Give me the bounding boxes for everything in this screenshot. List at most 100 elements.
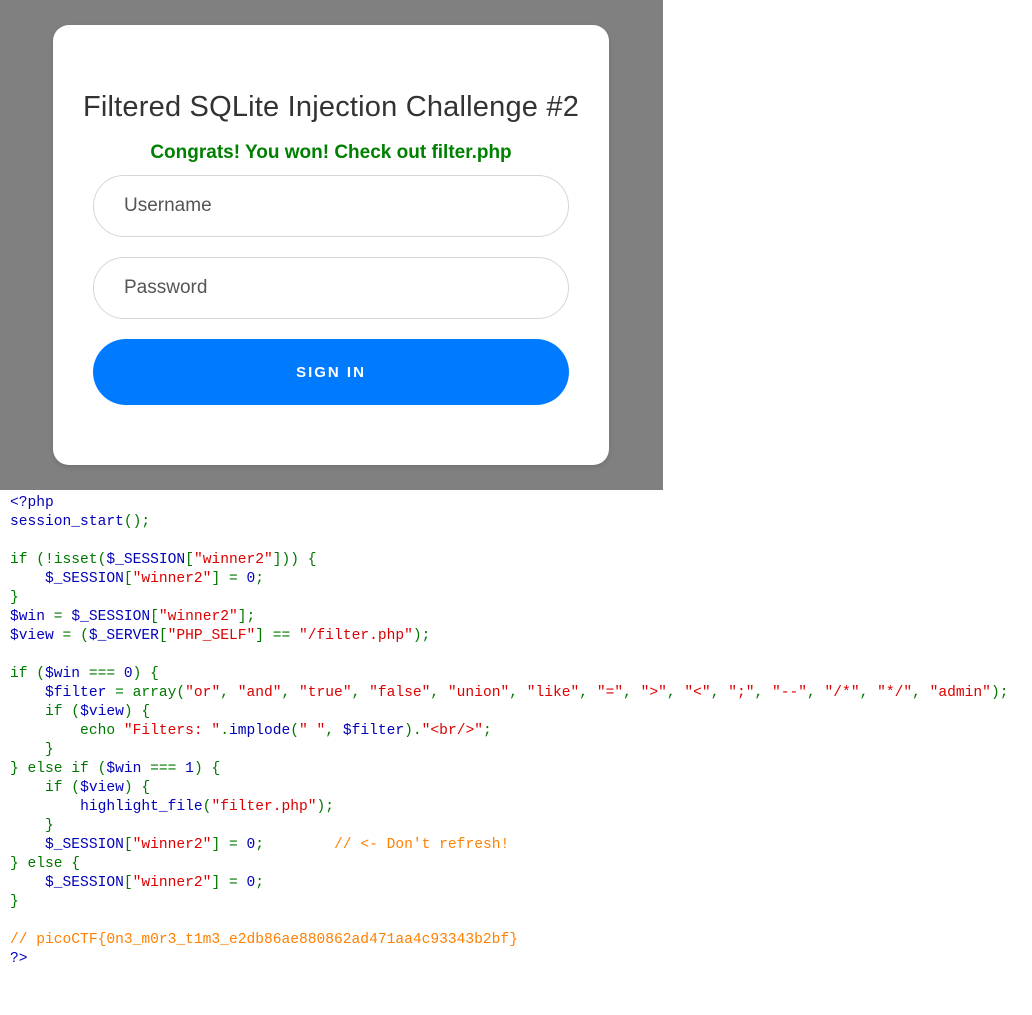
code-token: ). — [404, 723, 422, 739]
code-token: } — [10, 894, 19, 910]
code-token: highlight_file — [80, 799, 203, 815]
code-token: "union" — [447, 685, 510, 701]
sign-in-button[interactable]: SIGN IN — [93, 339, 569, 405]
code-token: [ — [150, 609, 159, 625]
code-token: , — [666, 685, 685, 701]
code-token: ; — [255, 571, 265, 587]
code-token: "/filter.php" — [299, 628, 413, 644]
code-token: , — [579, 685, 597, 701]
code-token: "*/" — [877, 685, 913, 701]
code-token: [ — [123, 837, 133, 853]
code-token: "true" — [299, 685, 352, 701]
code-line: $filter = array("or", "and", "true", "fa… — [10, 684, 1008, 703]
code-line: echo "Filters: ".implode(" ", $filter)."… — [10, 722, 1008, 741]
code-token: " " — [299, 723, 326, 739]
code-token: [ — [158, 628, 168, 644]
code-token: // <- Don't refresh! — [334, 837, 510, 853]
code-line: } — [10, 741, 1008, 760]
code-token: "Filters: " — [123, 723, 221, 739]
page-title: Filtered SQLite Injection Challenge #2 — [82, 91, 580, 123]
code-line: } — [10, 893, 1008, 912]
code-token: "/*" — [824, 685, 860, 701]
code-token: ">" — [640, 685, 667, 701]
code-token: "--" — [772, 685, 808, 701]
code-token: $view — [80, 780, 124, 796]
code-token: ; — [255, 837, 335, 853]
code-token: === — [141, 761, 186, 777]
code-token: ) { — [193, 761, 221, 777]
code-token: ; — [255, 875, 265, 891]
code-token: $view — [80, 704, 124, 720]
code-token: ])) { — [272, 552, 317, 568]
code-token: "winner2" — [132, 837, 212, 853]
code-token: (); — [123, 514, 151, 530]
code-line: $_SESSION["winner2"] = 0; — [10, 570, 1008, 589]
code-token: } — [10, 590, 19, 606]
code-line: $_SESSION["winner2"] = 0; // <- Don't re… — [10, 836, 1008, 855]
password-input[interactable] — [93, 257, 569, 319]
code-token: session_start — [10, 514, 124, 530]
page-background: Filtered SQLite Injection Challenge #2 C… — [0, 0, 663, 490]
code-token: "<br/>" — [421, 723, 483, 739]
code-token: = — [45, 609, 72, 625]
code-token: $win — [106, 761, 142, 777]
login-card: Filtered SQLite Injection Challenge #2 C… — [53, 25, 609, 465]
code-token: ] = — [211, 837, 247, 853]
code-token: "like" — [526, 685, 580, 701]
code-token: , — [912, 685, 930, 701]
code-line: highlight_file("filter.php"); — [10, 798, 1008, 817]
code-token: ); — [412, 628, 431, 644]
code-token: , — [509, 685, 527, 701]
code-token: [ — [123, 571, 133, 587]
code-line: $win = $_SESSION["winner2"]; — [10, 608, 1008, 627]
code-line: // picoCTF{0n3_m0r3_t1m3_e2db86ae880862a… — [10, 931, 1008, 950]
code-token: "filter.php" — [211, 799, 317, 815]
code-token: ; — [482, 723, 492, 739]
success-message: Congrats! You won! Check out filter.php — [150, 142, 512, 163]
code-line: session_start(); — [10, 513, 1008, 532]
code-line: $view = ($_SERVER["PHP_SELF"] == "/filte… — [10, 627, 1008, 646]
username-input[interactable] — [93, 175, 569, 237]
code-token: . — [220, 723, 229, 739]
code-token: === — [80, 666, 124, 682]
code-token: $_SESSION — [45, 837, 124, 853]
code-token: } else { — [10, 856, 81, 872]
code-token: 0 — [246, 875, 256, 891]
code-token: ) { — [132, 666, 159, 682]
code-token: ";" — [728, 685, 755, 701]
code-token: } else if ( — [10, 761, 107, 777]
code-token: "<" — [684, 685, 711, 701]
code-token: , — [623, 685, 641, 701]
code-token: ?> — [10, 951, 28, 967]
code-token: , — [351, 685, 370, 701]
code-token: "winner2" — [193, 552, 273, 568]
code-token: , — [710, 685, 729, 701]
code-token: [ — [185, 552, 194, 568]
code-token: $win — [45, 666, 81, 682]
code-token: if ( — [10, 780, 81, 796]
code-line: } else { — [10, 855, 1008, 874]
code-token: , — [220, 685, 238, 701]
code-token: , — [754, 685, 772, 701]
code-line: $_SESSION["winner2"] = 0; — [10, 874, 1008, 893]
code-token: "and" — [237, 685, 282, 701]
code-line: if ($win === 0) { — [10, 665, 1008, 684]
code-token: ) { — [123, 780, 151, 796]
code-token: ] = — [211, 875, 247, 891]
code-token: } — [10, 818, 54, 834]
code-token: if ( — [10, 704, 81, 720]
code-token: ] == — [255, 628, 300, 644]
code-token: ]; — [237, 609, 256, 625]
code-token: // picoCTF{0n3_m0r3_t1m3_e2db86ae880862a… — [10, 932, 518, 948]
code-token: 0 — [246, 571, 256, 587]
code-line: ?> — [10, 950, 1008, 969]
code-token: 0 — [123, 666, 133, 682]
code-token: , — [325, 723, 343, 739]
code-token: "or" — [185, 685, 221, 701]
code-token: , — [281, 685, 300, 701]
